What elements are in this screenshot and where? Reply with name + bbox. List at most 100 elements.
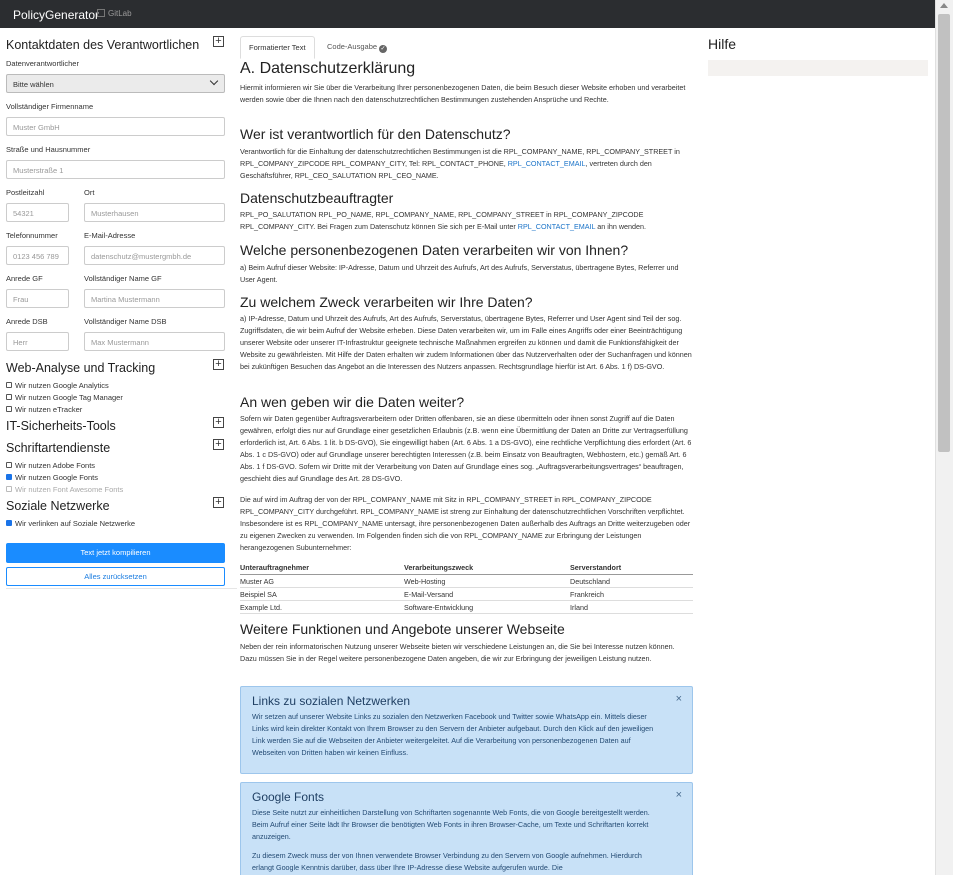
street-label: Straße und Hausnummer <box>6 145 91 154</box>
salutation-dpo-input[interactable]: Herr <box>6 332 69 351</box>
gitlab-label: GitLab <box>108 9 132 18</box>
checkbox-icon <box>6 406 12 412</box>
table-cell: Software-Entwicklung <box>404 600 570 614</box>
section-title-analytics: Web-Analyse und Tracking <box>6 361 156 375</box>
checkbox-icon <box>6 382 12 388</box>
checkbox-checked-icon <box>6 520 12 526</box>
window-scrollbar[interactable] <box>935 0 953 875</box>
expand-fonts-icon[interactable]: + <box>213 439 224 450</box>
checkbox-adobe-fonts[interactable]: Wir nutzen Adobe Fonts <box>6 461 95 470</box>
section-title-security: IT-Sicherheits-Tools <box>6 419 116 433</box>
reset-button[interactable]: Alles zurücksetzen <box>6 567 225 586</box>
heading-data: Welche personenbezogenen Daten verarbeit… <box>240 242 629 258</box>
zip-input[interactable]: 54321 <box>6 203 69 222</box>
dpo-paragraph: RPL_PO_SALUTATION RPL_PO_NAME, RPL_COMPA… <box>240 209 693 233</box>
tab-formatted-text[interactable]: Formatierter Text <box>240 36 315 59</box>
table-row: Beispiel SA E-Mail-Versand Frankreich <box>240 587 693 601</box>
city-input[interactable]: Musterhausen <box>84 203 225 222</box>
alert-title: Links zu sozialen Netzwerken <box>252 694 411 708</box>
page-title: A. Datenschutzerklärung <box>240 60 416 77</box>
checkbox-checked-icon <box>6 474 12 480</box>
phone-label: Telefonnummer <box>6 231 58 240</box>
checkbox-etracker[interactable]: Wir nutzen eTracker <box>6 405 82 414</box>
alert-social-links: Links zu sozialen Netzwerken × Wir setze… <box>240 686 693 774</box>
dpo-email-link[interactable]: RPL_CONTACT_EMAIL <box>518 222 595 231</box>
section-title-contact: Kontaktdaten des Verantwortlichen <box>6 38 200 52</box>
check-circle-icon: ✓ <box>379 45 388 53</box>
intro-paragraph: Hiermit informieren wir Sie über die Ver… <box>240 83 686 104</box>
table-cell: Frankreich <box>570 587 693 601</box>
heading-dpo: Datenschutzbeauftragter <box>240 190 394 206</box>
checkbox-label: Wir nutzen Google Analytics <box>15 381 109 390</box>
checkbox-google-tag-manager[interactable]: Wir nutzen Google Tag Manager <box>6 393 123 402</box>
scroll-up-icon[interactable] <box>940 3 948 8</box>
alert-text: Zu diesem Zweck muss der von Ihnen verwe… <box>252 851 642 872</box>
scroll-thumb[interactable] <box>938 14 950 452</box>
zip-label: Postleitzahl <box>6 188 45 197</box>
table-cell: Web-Hosting <box>404 574 570 588</box>
heading-purpose: Zu welchem Zweck verarbeiten wir Ihre Da… <box>240 294 533 310</box>
compile-button[interactable]: Text jetzt kompilieren <box>6 543 225 563</box>
column-header: Serverstandort <box>570 561 693 575</box>
responsible-select-value: Bitte wählen <box>13 80 54 89</box>
purpose-paragraph: a) IP-Adresse, Datum und Uhrzeit des Auf… <box>240 314 692 371</box>
checkbox-google-fonts[interactable]: Wir nutzen Google Fonts <box>6 473 98 482</box>
contact-email-link[interactable]: RPL_CONTACT_EMAIL <box>508 159 586 168</box>
checkbox-icon <box>6 394 12 400</box>
checkbox-google-analytics[interactable]: Wir nutzen Google Analytics <box>6 381 109 390</box>
table-cell: Deutschland <box>570 574 693 588</box>
checkbox-label: Wir nutzen Font Awesome Fonts <box>15 485 124 494</box>
gitlab-icon <box>97 9 105 17</box>
responsible-paragraph: Verantwortlich für die Einhaltung der da… <box>240 146 693 182</box>
checkbox-icon <box>6 486 12 492</box>
section-title-fonts: Schriftartendienste <box>6 441 111 455</box>
processor-paragraph: Die auf wird im Auftrag der von der RPL_… <box>240 495 691 552</box>
column-header: Unterauftragnehmer <box>240 561 404 575</box>
checkbox-font-awesome: Wir nutzen Font Awesome Fonts <box>6 485 123 494</box>
subprocessor-table: Unterauftragnehmer Verarbeitungszweck Se… <box>240 561 693 614</box>
expand-contact-icon[interactable]: + <box>213 36 224 47</box>
brand-link[interactable]: PolicyGenerator <box>13 8 99 22</box>
salutation-dpo-label: Anrede DSB <box>6 317 48 326</box>
heading-share: An wen geben wir die Daten weiter? <box>240 394 465 410</box>
alert-text: Diese Seite nutzt zur einheitlichen Dars… <box>252 808 650 841</box>
close-icon[interactable]: × <box>676 693 682 705</box>
share-paragraph: Sofern wir Daten gegenüber Auftragsverar… <box>240 414 692 483</box>
email-input[interactable]: datenschutz@mustergmbh.de <box>84 246 225 265</box>
alert-title: Google Fonts <box>252 790 325 804</box>
phone-input[interactable]: 0123 456 789 <box>6 246 69 265</box>
alert-google-fonts: Google Fonts × Diese Seite nutzt zur ein… <box>240 782 693 875</box>
expand-analytics-icon[interactable]: + <box>213 359 224 370</box>
salutation-md-input[interactable]: Frau <box>6 289 69 308</box>
expand-social-icon[interactable]: + <box>213 497 224 508</box>
checkbox-label: Wir nutzen Adobe Fonts <box>15 461 96 470</box>
top-navbar: PolicyGenerator GitLab <box>0 0 935 28</box>
street-input[interactable]: Musterstraße 1 <box>6 160 225 179</box>
checkbox-social-links[interactable]: Wir verlinken auf Soziale Netzwerke <box>6 519 135 528</box>
expand-security-icon[interactable]: + <box>213 417 224 428</box>
gitlab-link[interactable]: GitLab <box>97 9 132 18</box>
table-header-row: Unterauftragnehmer Verarbeitungszweck Se… <box>240 561 693 575</box>
name-md-label: Vollständiger Name GF <box>84 274 162 283</box>
heading-responsible: Wer ist verantwortlich für den Datenschu… <box>240 126 511 142</box>
responsible-select[interactable]: Bitte wählen <box>6 74 225 93</box>
close-icon[interactable]: × <box>676 789 682 801</box>
heading-more-features: Weitere Funktionen und Angebote unserer … <box>240 621 565 637</box>
company-label: Vollständiger Firmenname <box>6 102 94 111</box>
dpo-text-b: an ihn wenden. <box>595 222 647 231</box>
table-row: Example Ltd. Software-Entwicklung Irland <box>240 600 693 614</box>
name-dpo-input[interactable]: Max Mustermann <box>84 332 225 351</box>
name-md-input[interactable]: Martina Mustermann <box>84 289 225 308</box>
checkbox-label: Wir nutzen Google Tag Manager <box>15 393 123 402</box>
checkbox-label: Wir nutzen Google Fonts <box>15 473 98 482</box>
table-cell: E-Mail-Versand <box>404 587 570 601</box>
company-input[interactable]: Muster GmbH <box>6 117 225 136</box>
email-label: E-Mail-Adresse <box>84 231 136 240</box>
table-cell: Example Ltd. <box>240 600 404 614</box>
tab-code-output[interactable]: Code-Ausgabe ✓ <box>319 36 395 59</box>
table-row: Muster AG Web-Hosting Deutschland <box>240 574 693 588</box>
more-features-paragraph: Neben der rein informatorischen Nutzung … <box>240 642 675 663</box>
chevron-down-icon <box>209 76 219 86</box>
help-title: Hilfe <box>708 36 737 52</box>
section-title-social: Soziale Netzwerke <box>6 499 110 513</box>
